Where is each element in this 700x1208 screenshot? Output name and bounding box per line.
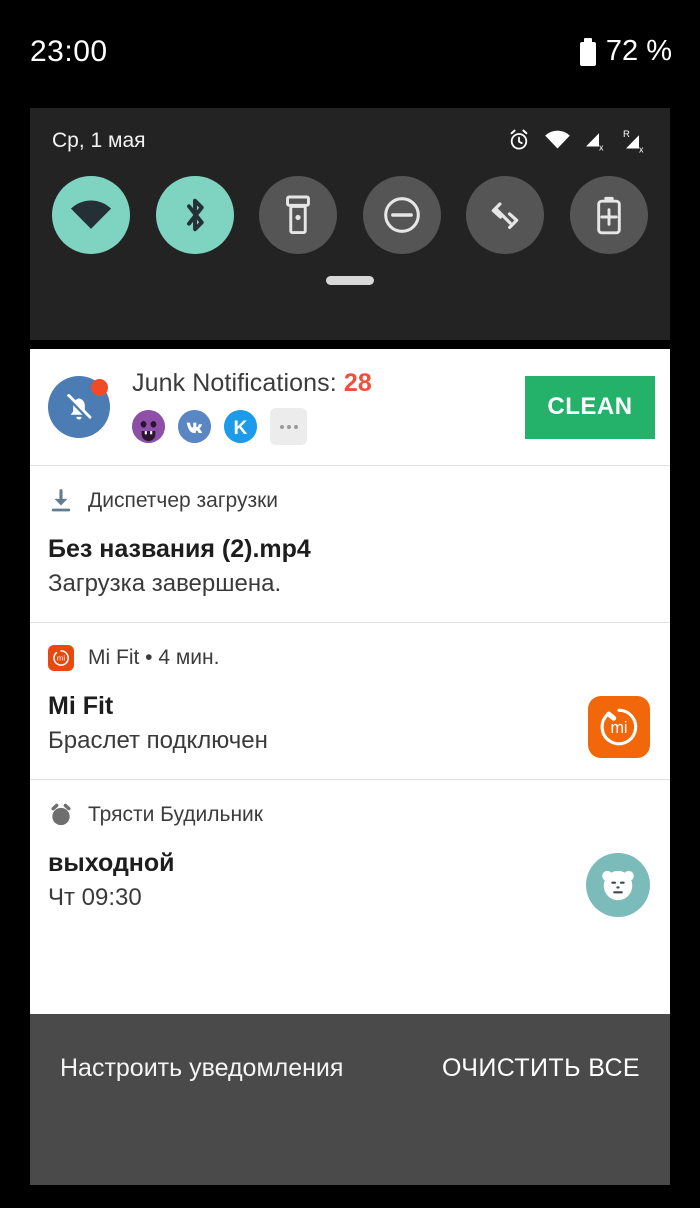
footer-actions: Настроить уведомления ОЧИСТИТЬ ВСЕ	[30, 1014, 670, 1083]
junk-notifications-info: Junk Notifications: 28 K	[110, 369, 525, 445]
svg-text:mi: mi	[57, 654, 65, 663]
red-dot-badge	[91, 379, 108, 396]
quick-tile-flashlight[interactable]	[259, 176, 338, 254]
bell-off-icon	[48, 376, 110, 438]
status-bar: 23:00 72 %	[0, 0, 700, 103]
mi-fit-large-icon: mi	[588, 696, 650, 758]
clean-button[interactable]: CLEAN	[525, 375, 655, 439]
app-avatar-vk[interactable]	[178, 410, 211, 443]
notification-header: mi Mi Fit • 4 мин.	[48, 645, 652, 671]
quick-settings-header: Ср, 1 мая x R x	[30, 108, 670, 174]
junk-count: 28	[343, 369, 372, 397]
notification-body: Загрузка завершена.	[48, 570, 282, 597]
roaming-label: R	[623, 129, 630, 140]
notification-footer: Настроить уведомления ОЧИСТИТЬ ВСЕ	[30, 1014, 670, 1185]
wifi-icon	[545, 130, 570, 149]
more-apps-chip[interactable]	[270, 408, 307, 445]
do-not-disturb-icon	[383, 197, 420, 233]
kate-logo-icon: K	[224, 410, 257, 443]
junk-title-text: Junk Notifications:	[132, 369, 344, 397]
junk-app-avatars: K	[132, 408, 525, 445]
junk-notifications-title: Junk Notifications: 28	[132, 369, 525, 398]
notification-body: Браслет подключен	[48, 727, 268, 754]
separator-text: •	[139, 646, 159, 669]
manage-notifications-button[interactable]: Настроить уведомления	[60, 1054, 343, 1083]
dot-icon	[293, 424, 298, 429]
svg-text:x: x	[639, 145, 644, 154]
notification-alarm[interactable]: Трясти Будильник выходной Чт 09:30	[30, 780, 670, 936]
flashlight-icon	[286, 195, 311, 235]
notification-title: Без названия (2).mp4	[48, 535, 311, 563]
alarm-clock-icon	[51, 803, 71, 826]
app-name-text: Mi Fit	[88, 646, 140, 669]
notification-mi-fit[interactable]: mi Mi Fit • 4 мин. Mi Fit Браслет подклю…	[30, 623, 670, 779]
alarm-icon	[510, 129, 528, 150]
notification-large-icon: mi	[588, 696, 650, 758]
quick-tile-bluetooth[interactable]	[155, 176, 234, 254]
wifi-icon	[70, 200, 112, 229]
svg-text:mi: mi	[610, 719, 627, 737]
quick-tile-do-not-disturb[interactable]	[362, 176, 441, 254]
quick-settings-date: Ср, 1 мая	[52, 129, 146, 152]
shade-drag-handle[interactable]	[326, 276, 374, 285]
notification-header: Диспетчер загрузки	[48, 488, 652, 514]
notification-list: Junk Notifications: 28 K CLEAN Диспетчер…	[30, 349, 670, 1014]
notification-app-name: Mi Fit • 4 мин.	[88, 646, 219, 670]
dot-icon	[286, 424, 291, 429]
monster-face-icon	[132, 410, 165, 443]
notification-app-name: Трясти Будильник	[88, 803, 263, 826]
vk-logo-icon	[178, 410, 211, 443]
notification-download-manager[interactable]: Диспетчер загрузки Без названия (2).mp4 …	[30, 466, 670, 622]
quick-settings-tiles	[30, 176, 670, 254]
quick-tile-wifi[interactable]	[52, 176, 130, 254]
quick-tile-battery-saver[interactable]	[569, 176, 648, 254]
quick-settings-panel: Ср, 1 мая x R x	[30, 108, 670, 340]
mi-fit-icon: mi	[48, 645, 74, 671]
notification-shade-screen: 23:00 72 % Ср, 1 мая x R x Junk Notifica…	[0, 0, 700, 1208]
download-icon	[51, 489, 71, 512]
signal-roaming-no-service-icon: R x	[623, 129, 644, 154]
svg-text:x: x	[599, 143, 604, 152]
app-avatar-kate[interactable]: K	[224, 410, 257, 443]
notification-large-icon	[586, 853, 650, 917]
shade-drag-handle-wrap	[30, 276, 670, 285]
battery-saver-icon	[597, 196, 621, 235]
notification-time: 4 мин.	[158, 646, 220, 669]
signal-no-service-icon: x	[586, 133, 604, 152]
app-avatar-monster[interactable]	[132, 410, 165, 443]
battery-percent-label: 72 %	[605, 35, 672, 67]
quick-tile-auto-rotate[interactable]	[466, 176, 545, 254]
status-bar-clock: 23:00	[30, 34, 108, 68]
notification-title: выходной	[48, 849, 175, 877]
notification-app-name: Диспетчер загрузки	[88, 489, 279, 512]
svg-text:K: K	[234, 418, 248, 439]
bear-avatar-icon	[586, 853, 650, 917]
notification-header: Трясти Будильник	[48, 802, 652, 828]
notification-body: Чт 09:30	[48, 884, 142, 911]
clear-all-button[interactable]: ОЧИСТИТЬ ВСЕ	[442, 1054, 640, 1083]
auto-rotate-icon	[492, 202, 519, 230]
status-bar-right: 72 %	[579, 35, 672, 68]
notification-title: Mi Fit	[48, 692, 114, 720]
quick-settings-status-icons: x R x	[507, 128, 648, 154]
battery-icon	[579, 37, 596, 66]
bluetooth-icon	[186, 198, 204, 232]
junk-notifications-card[interactable]: Junk Notifications: 28 K CLEAN	[30, 349, 670, 465]
dot-icon	[279, 424, 284, 429]
